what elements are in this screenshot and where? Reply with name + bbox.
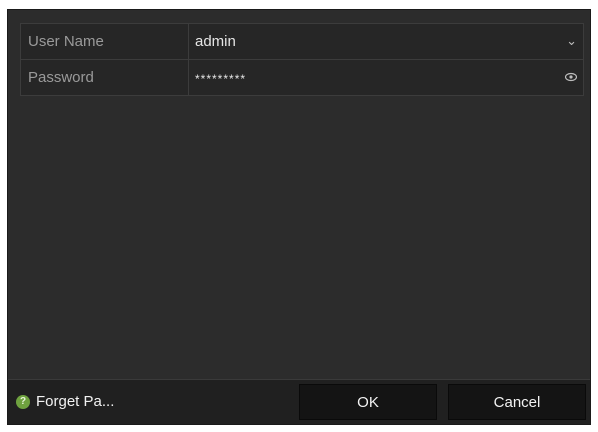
login-dialog: User Name admin ⌄ Password ********* ? F… (8, 10, 590, 424)
forget-password-link[interactable]: ? Forget Pa... (16, 393, 114, 410)
username-label: User Name (21, 24, 189, 59)
username-field[interactable]: admin ⌄ (189, 24, 583, 59)
password-field[interactable]: ********* (189, 59, 583, 96)
password-value: ********* (195, 71, 247, 86)
password-row: Password ********* (21, 59, 583, 95)
username-row: User Name admin ⌄ (21, 24, 583, 59)
eye-icon[interactable] (565, 71, 577, 83)
username-value: admin (195, 33, 236, 50)
login-form: User Name admin ⌄ Password ********* (20, 23, 584, 96)
ok-button[interactable]: OK (299, 384, 437, 420)
forget-password-label: Forget Pa... (36, 393, 115, 410)
password-label: Password (21, 60, 189, 95)
dialog-footer: ? Forget Pa... OK Cancel (8, 379, 590, 424)
question-icon: ? (16, 394, 30, 409)
cancel-button[interactable]: Cancel (448, 384, 586, 420)
chevron-down-icon[interactable]: ⌄ (566, 33, 577, 49)
